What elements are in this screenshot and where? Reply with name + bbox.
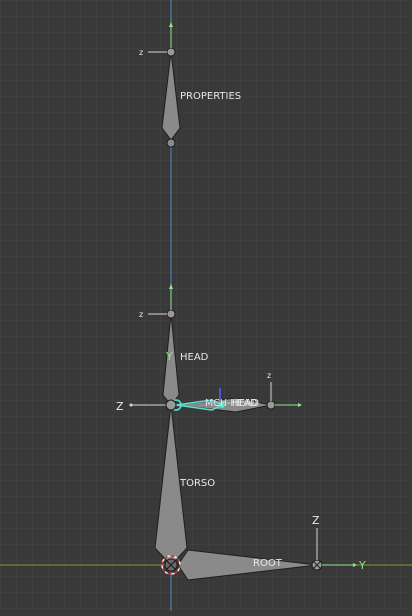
- svg-text:Z: Z: [116, 400, 124, 413]
- bone-label-head: HEAD: [180, 352, 209, 363]
- svg-text:z: z: [139, 310, 143, 319]
- svg-text:z: z: [267, 371, 271, 380]
- svg-text:z: z: [139, 48, 143, 57]
- bone-label-root: ROOT: [253, 558, 283, 569]
- bone-label-properties: PROPERTIES: [180, 91, 241, 102]
- svg-text:Y: Y: [165, 350, 173, 363]
- 3d-viewport[interactable]: PROPERTIES z HEAD z Y MCH-HEAD HEAD z Z …: [0, 0, 412, 611]
- bone-label-torso: TORSO: [179, 478, 215, 489]
- svg-text:Z: Z: [312, 514, 320, 527]
- bone-label-head-overlap: HEAD: [232, 398, 259, 409]
- svg-text:Y: Y: [358, 559, 366, 572]
- 3d-cursor-icon[interactable]: [161, 555, 181, 575]
